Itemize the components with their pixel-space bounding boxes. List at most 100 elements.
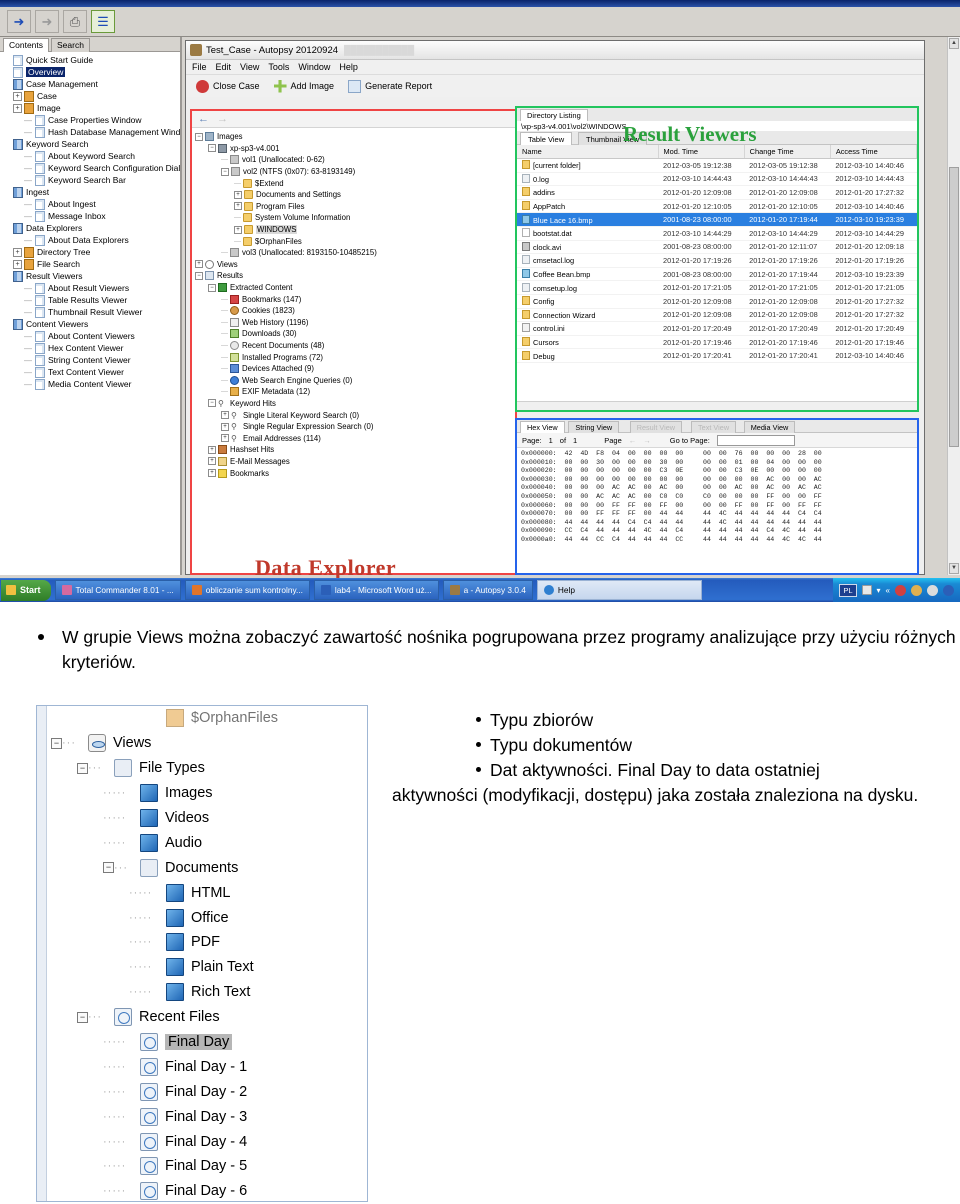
expand-icon[interactable]: − <box>208 399 216 408</box>
expand-icon[interactable]: − <box>195 271 203 280</box>
menu-item-edit[interactable]: Edit <box>216 62 232 72</box>
expand-icon[interactable]: + <box>13 259 22 269</box>
help-tree-item[interactable]: — String Content Viewer <box>2 354 180 366</box>
table-row[interactable]: Cursors 2012-01-20 17:19:46 2012-01-20 17:… <box>517 335 917 350</box>
help-tree-item[interactable]: + Case <box>2 90 180 102</box>
collapse-icon[interactable]: − <box>103 862 114 874</box>
help-tree-item[interactable]: Case Management <box>2 78 180 90</box>
views-tree-item[interactable]: ····· Office <box>51 905 367 930</box>
data-explorer-tree-item[interactable]: + Program Files <box>195 201 515 213</box>
data-explorer-tree-item[interactable]: — vol3 (Unallocated: 8193150-10485215) <box>195 247 515 259</box>
back-icon[interactable]: ➜ <box>7 10 31 33</box>
expand-icon[interactable]: + <box>221 411 229 420</box>
help-tree-item[interactable]: — About Keyword Search <box>2 150 180 162</box>
views-tree-item[interactable]: ····· Plain Text <box>51 955 367 980</box>
forward-icon[interactable]: ➜ <box>35 10 59 33</box>
data-explorer-tree-item[interactable]: — Installed Programs (72) <box>195 351 515 363</box>
table-row[interactable]: [current folder] 2012-03-05 19:12:38 2012-… <box>517 158 917 173</box>
help-tree-item[interactable]: — Media Content Viewer <box>2 378 180 390</box>
expand-icon[interactable]: − <box>221 167 229 176</box>
data-explorer-tree-item[interactable]: + ⚲ Single Regular Expression Search (0) <box>195 421 515 433</box>
tray-clock-icon[interactable] <box>927 584 938 596</box>
table-row[interactable]: control.ini 2012-01-20 17:20:49 2012-01-20… <box>517 321 917 336</box>
table-row[interactable]: bootstat.dat 2012-03-10 14:44:29 2012-03-1… <box>517 226 917 241</box>
data-explorer-tree-item[interactable]: + WINDOWS <box>195 224 515 236</box>
help-tree-item[interactable]: + Directory Tree <box>2 246 180 258</box>
tab-string-view[interactable]: String View <box>568 421 620 433</box>
expand-icon[interactable]: + <box>221 422 229 431</box>
table-body[interactable]: [current folder] 2012-03-05 19:12:38 2012-… <box>517 158 917 363</box>
help-tree-item[interactable]: — Keyword Search Bar <box>2 174 180 186</box>
menu-item-window[interactable]: Window <box>298 62 330 72</box>
language-indicator[interactable]: PL <box>839 583 857 597</box>
views-tree[interactable]: $OrphanFiles − ··· Views − ··· File Types ·····… <box>51 706 367 1201</box>
data-explorer-tree-item[interactable]: + Views <box>195 259 515 271</box>
help-tree-item[interactable]: — Table Results Viewer <box>2 294 180 306</box>
prev-page-icon[interactable]: ← <box>629 436 637 445</box>
expand-icon[interactable]: + <box>234 225 242 234</box>
help-topic-tree[interactable]: Quick Start Guide Overview Case Management… <box>0 52 180 573</box>
views-tree-item[interactable]: ····· Final Day - 4 <box>51 1129 367 1154</box>
views-tree-item[interactable]: ····· Rich Text <box>51 980 367 1005</box>
data-explorer-tree-item[interactable]: − xp-sp3-v4.001 <box>195 143 515 155</box>
horizontal-scrollbar[interactable] <box>517 401 917 410</box>
table-row[interactable]: comsetup.log 2012-01-20 17:21:05 2012-01-2… <box>517 280 917 295</box>
toolbar-add-image-button[interactable]: Add Image <box>273 79 334 93</box>
expand-icon[interactable]: − <box>208 144 216 153</box>
menu-item-tools[interactable]: Tools <box>268 62 289 72</box>
help-tree-item[interactable]: — About Result Viewers <box>2 282 180 294</box>
help-tree-item[interactable]: Overview <box>2 66 180 78</box>
views-tree-item[interactable]: ····· Audio <box>51 830 367 855</box>
menu-item-view[interactable]: View <box>240 62 259 72</box>
tab-search[interactable]: Search <box>51 38 90 52</box>
views-tree-item[interactable]: ····· PDF <box>51 930 367 955</box>
table-header-row[interactable]: Name Mod. Time Change Time Access Time <box>517 145 917 159</box>
views-tree-item[interactable]: ····· Final Day - 5 <box>51 1154 367 1179</box>
toolbar-close-case-button[interactable]: Close Case <box>196 79 260 93</box>
expand-icon[interactable]: + <box>208 445 216 454</box>
data-explorer-tree-item[interactable]: — EXIF Metadata (12) <box>195 386 515 398</box>
table-row[interactable]: addins 2012-01-20 12:09:08 2012-01-20 12:0… <box>517 185 917 200</box>
table-row[interactable]: AppPatch 2012-01-20 12:10:05 2012-01-20 12… <box>517 199 917 214</box>
help-tree-item[interactable]: — Keyword Search Configuration Dialog <box>2 162 180 174</box>
taskbar-items[interactable]: Total Commander 8.01 - ... obliczanie sum… <box>51 580 533 600</box>
help-tree-item[interactable]: — About Ingest <box>2 198 180 210</box>
collapse-icon[interactable]: − <box>51 737 62 749</box>
tray-antivirus-icon[interactable] <box>895 584 906 596</box>
tab-media-view[interactable]: Media View <box>743 421 796 433</box>
menu-item-file[interactable]: File <box>192 62 207 72</box>
expand-icon[interactable]: + <box>13 91 22 101</box>
views-tree-item[interactable]: ····· Final Day - 1 <box>51 1054 367 1079</box>
table-row[interactable]: Debug 2012-01-20 17:20:41 2012-01-20 17:20… <box>517 348 917 363</box>
views-tree-item[interactable]: ····· Final Day <box>51 1030 367 1055</box>
tab-table-view[interactable]: Table View <box>520 132 573 145</box>
data-explorer-tree-item[interactable]: — Web Search Engine Queries (0) <box>195 374 515 386</box>
table-row[interactable]: Coffee Bean.bmp 2001-08-23 08:00:00 2012-0… <box>517 267 917 282</box>
tray-chevron-icon[interactable]: « <box>886 586 890 595</box>
expand-icon[interactable]: + <box>195 260 203 269</box>
expand-icon[interactable]: − <box>208 283 216 292</box>
collapse-icon[interactable]: − <box>77 762 88 774</box>
help-tree-item[interactable]: — Thumbnail Result Viewer <box>2 306 180 318</box>
start-button[interactable]: Start <box>1 579 51 601</box>
views-tree-item[interactable]: − ··· File Types <box>51 756 367 781</box>
toolbar-generate-report-button[interactable]: Generate Report <box>348 79 432 93</box>
data-explorer-tree-item[interactable]: − Results <box>195 270 515 282</box>
collapse-icon[interactable]: − <box>77 1011 88 1023</box>
data-explorer-tree-item[interactable]: − Extracted Content <box>195 282 515 294</box>
help-tree-item[interactable]: Data Explorers <box>2 222 180 234</box>
expand-icon[interactable]: − <box>195 132 203 141</box>
tab-contents[interactable]: Contents <box>3 38 50 52</box>
help-tree-item[interactable]: — About Content Viewers <box>2 330 180 342</box>
help-tree-item[interactable]: — About Data Explorers <box>2 234 180 246</box>
expand-icon[interactable]: + <box>234 190 242 199</box>
expand-icon[interactable]: + <box>208 469 216 478</box>
data-explorer-tree-item[interactable]: — Downloads (30) <box>195 328 515 340</box>
help-tree-item[interactable]: Content Viewers <box>2 318 180 330</box>
content-viewer-tabs[interactable]: Hex View String View Result View Text View M… <box>517 420 917 433</box>
data-explorer-tree-item[interactable]: — Bookmarks (147) <box>195 293 515 305</box>
table-row[interactable]: cmsetacl.log 2012-01-20 17:19:26 2012-01-2… <box>517 253 917 268</box>
help-window-scrollbar[interactable]: ▲ ▼ <box>947 37 960 575</box>
help-tree-item[interactable]: Result Viewers <box>2 270 180 282</box>
data-explorer-tree-item[interactable]: — Cookies (1823) <box>195 305 515 317</box>
